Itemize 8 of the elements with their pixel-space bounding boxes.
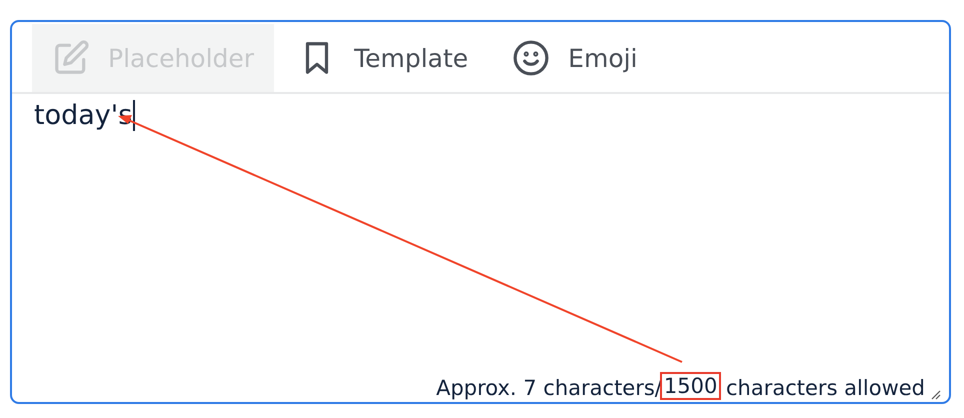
resize-grip-icon[interactable] [929,388,941,400]
toolbar-button[interactable]: Template [278,24,488,92]
toolbar-button[interactable]: Emoji [492,24,658,92]
edit-icon [52,39,90,77]
counter-text: Approx. 7 characters/ [436,376,662,400]
counter-text: characters allowed [725,376,925,400]
smiley-icon [512,39,550,77]
highlight-box: 1500 [660,372,722,400]
